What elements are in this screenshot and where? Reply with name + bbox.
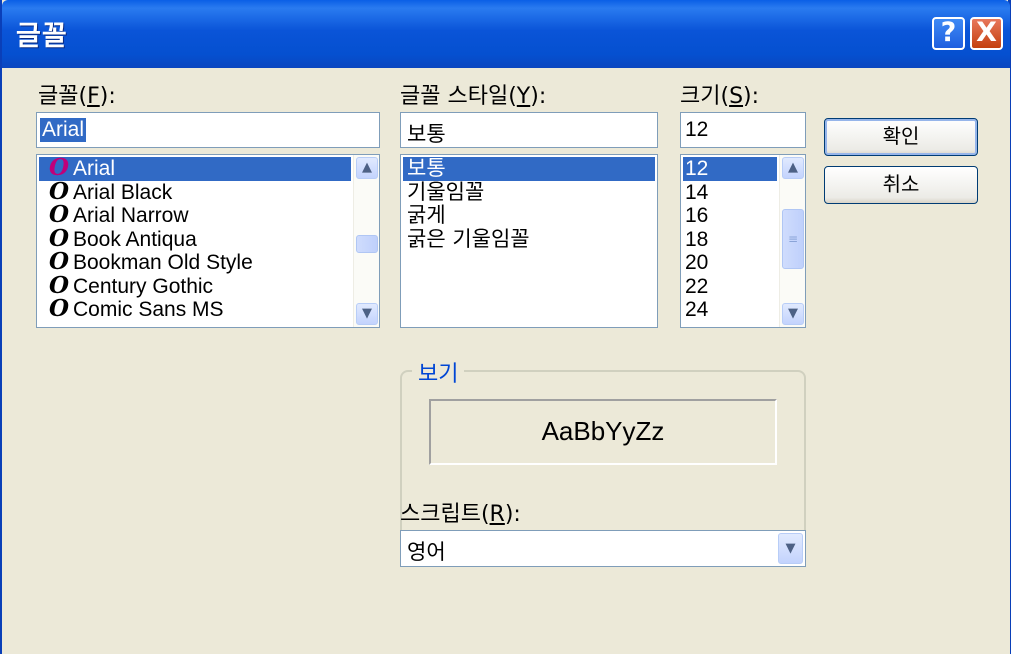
opentype-font-icon: O (49, 295, 70, 322)
font-name-input[interactable]: Arial (36, 112, 380, 148)
list-item-label: 12 (685, 157, 709, 180)
opentype-font-icon: O (49, 177, 70, 205)
cancel-button[interactable]: 취소 (824, 166, 978, 204)
script-label: 스크립트(R): (400, 502, 521, 527)
list-item[interactable]: O Arial Narrow (39, 201, 351, 228)
preview-sample: AaBbYyZz (429, 399, 777, 465)
list-item[interactable]: 12 (683, 157, 777, 181)
scroll-down-icon[interactable]: ▼ (356, 303, 378, 325)
scroll-thumb[interactable] (356, 235, 378, 253)
list-item-label: Arial (73, 157, 116, 180)
list-item-label: Arial Narrow (73, 204, 189, 227)
font-style-value: 보통 (407, 122, 446, 146)
title-bar[interactable]: 글꼴 ? X (2, 0, 1010, 68)
font-label: 글꼴(F): (38, 84, 116, 109)
list-item-label: 16 (685, 204, 709, 227)
font-list-scrollbar[interactable]: ▲ ▼ (353, 155, 379, 327)
list-item[interactable]: O Comic Sans MS (39, 295, 351, 322)
font-style-input[interactable]: 보통 (400, 112, 658, 148)
list-item[interactable]: 굵게 (403, 204, 655, 228)
font-list[interactable]: O Arial O Arial Black O Arial Narrow O Book Ant… (36, 154, 380, 328)
list-item-label: 보통 (407, 156, 446, 180)
list-item-label: 24 (685, 298, 709, 321)
list-item[interactable]: 16 (683, 204, 777, 228)
opentype-font-icon: O (49, 154, 70, 181)
list-item-label: Arial Black (73, 180, 173, 204)
font-name-value: Arial (40, 118, 87, 142)
opentype-font-icon: O (49, 224, 70, 252)
list-item[interactable]: 20 (683, 251, 777, 275)
font-dialog: 글꼴 ? X 글꼴(F): Arial O Arial O Arial Black O A… (0, 0, 1011, 654)
scroll-up-icon[interactable]: ▲ (356, 157, 378, 179)
scroll-up-icon[interactable]: ▲ (782, 157, 804, 179)
opentype-font-icon: O (49, 248, 70, 275)
list-item-label: 기울임꼴 (407, 179, 485, 204)
opentype-font-icon: O (49, 271, 70, 299)
chevron-down-icon[interactable]: ▼ (778, 533, 803, 564)
list-item[interactable]: 24 (683, 298, 777, 322)
ok-button[interactable]: 확인 (824, 118, 978, 156)
list-item-label: 22 (685, 274, 709, 298)
list-item-label: 14 (685, 180, 709, 204)
list-item[interactable]: 18 (683, 228, 777, 252)
help-button[interactable]: ? (932, 17, 965, 50)
list-item[interactable]: O Book Antiqua (39, 224, 351, 252)
list-item[interactable]: O Arial Black (39, 177, 351, 205)
list-item[interactable]: O Arial (39, 154, 351, 181)
close-button[interactable]: X (970, 17, 1003, 50)
list-item[interactable]: 보통 (403, 157, 655, 181)
list-item-label: 20 (685, 251, 709, 274)
list-item[interactable]: 14 (683, 181, 777, 205)
scroll-thumb[interactable]: ≡ (782, 209, 804, 269)
size-list-scrollbar[interactable]: ▲ ≡ ▼ (779, 155, 805, 327)
list-item-label: Comic Sans MS (73, 298, 224, 321)
size-value: 12 (685, 118, 709, 141)
list-item-label: 굵은 기울임꼴 (407, 226, 530, 251)
list-item[interactable]: O Bookman Old Style (39, 248, 351, 275)
size-label: 크기(S): (680, 84, 760, 109)
dialog-body: 글꼴(F): Arial O Arial O Arial Black O Arial Na… (2, 68, 1010, 654)
list-item-label: 18 (685, 227, 709, 251)
list-item-label: Bookman Old Style (73, 251, 253, 274)
list-item-label: Book Antiqua (73, 227, 197, 251)
font-style-list[interactable]: 보통 기울임꼴 굵게 굵은 기울임꼴 (400, 154, 658, 328)
list-item[interactable]: 굵은 기울임꼴 (403, 228, 655, 252)
list-item-label: 굵게 (407, 203, 446, 227)
list-item[interactable]: O Century Gothic (39, 271, 351, 299)
font-style-label: 글꼴 스타일(Y): (400, 84, 547, 109)
script-value: 영어 (407, 540, 446, 564)
list-item-label: Century Gothic (73, 274, 214, 298)
list-item[interactable]: 22 (683, 275, 777, 299)
scroll-down-icon[interactable]: ▼ (782, 303, 804, 325)
list-item[interactable]: 기울임꼴 (403, 181, 655, 205)
preview-label: 보기 (412, 356, 465, 388)
script-select[interactable]: 영어 ▼ (400, 530, 806, 567)
size-input[interactable]: 12 (680, 112, 806, 148)
size-list[interactable]: 12 14 16 18 20 22 24 ▲ ≡ ▼ (680, 154, 806, 328)
opentype-font-icon: O (49, 201, 70, 228)
window-title: 글꼴 (16, 21, 68, 52)
